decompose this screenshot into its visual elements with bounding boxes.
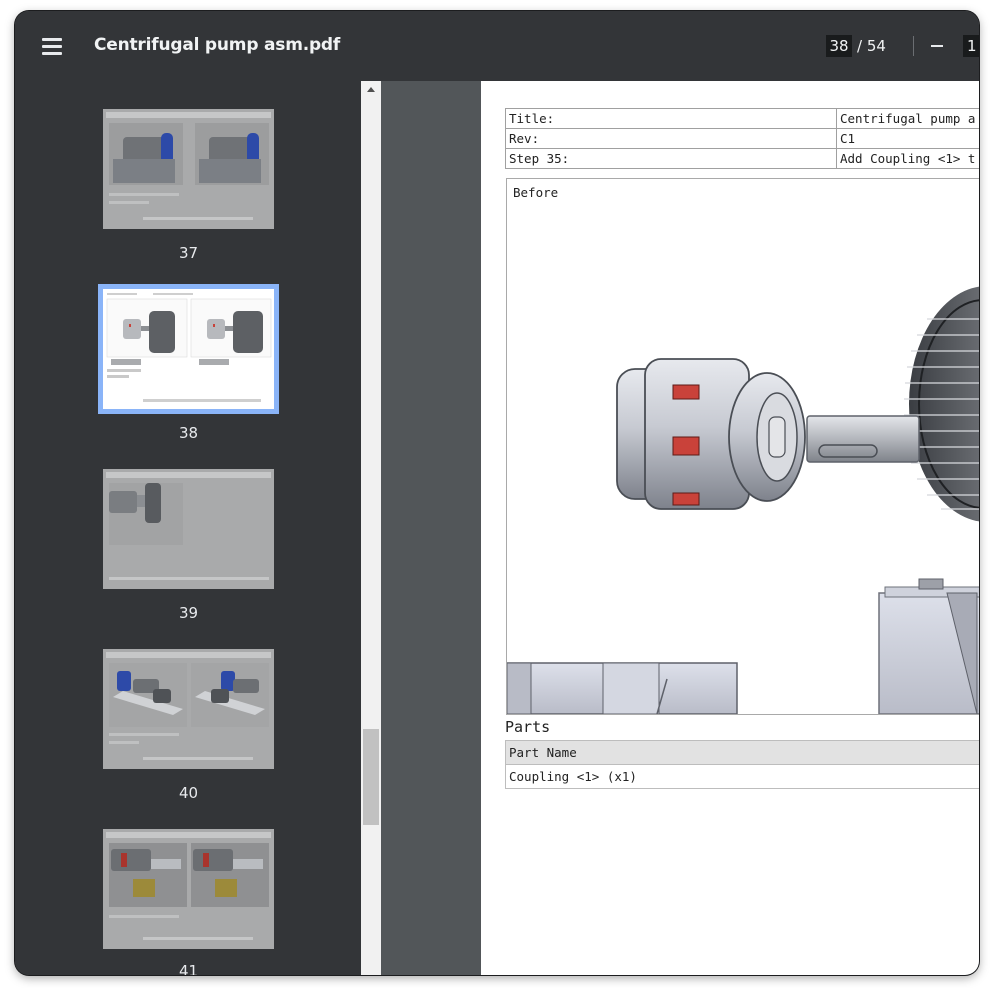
thumbnail-page-40[interactable] [103, 649, 274, 769]
page-37-preview [106, 112, 271, 220]
step-key: Step 35: [505, 148, 837, 169]
pump-base [507, 662, 738, 714]
thumbnail-label: 40 [178, 784, 199, 802]
table-row: Step 35: Add Coupling <1> t [505, 148, 979, 169]
thumbnail-label: 39 [178, 604, 199, 622]
sidebar-scrollbar[interactable] [361, 81, 381, 975]
thumbnail-sidebar: 37 38 39 40 41 [15, 81, 361, 975]
table-header-row: Part Name [505, 740, 979, 765]
motor-body [878, 286, 979, 714]
part-name-cell: Coupling <1> (x1) [505, 764, 979, 789]
page-38-preview [106, 293, 272, 402]
table-row: Rev: C1 [505, 128, 979, 149]
page-41-preview [106, 832, 271, 940]
thumbnail-label: 41 [178, 962, 199, 975]
step-info-table: Title: Centrifugal pump a Rev: C1 Step 3… [505, 108, 979, 169]
pdf-page: Title: Centrifugal pump a Rev: C1 Step 3… [481, 81, 979, 975]
zoom-out-button[interactable] [926, 35, 950, 57]
before-view-panel: Before [506, 178, 979, 715]
rev-key: Rev: [505, 128, 837, 149]
minus-icon [931, 45, 943, 47]
menu-icon[interactable] [37, 33, 65, 59]
thumbnail-page-38[interactable] [103, 289, 274, 409]
thumbnail-page-39[interactable] [103, 469, 274, 589]
thumbnail-label: 37 [178, 244, 199, 262]
thumbnail-page-41[interactable] [103, 829, 274, 949]
thumbnail-label: 38 [178, 424, 199, 442]
motor-shaft [806, 415, 920, 463]
parts-heading: Parts [505, 718, 551, 736]
thumbnail-page-37[interactable] [103, 109, 274, 229]
page-40-preview [106, 652, 271, 760]
title-value: Centrifugal pump a [836, 108, 979, 129]
parts-table: Part Name Coupling <1> (x1) [505, 740, 979, 789]
coupling-part [616, 358, 806, 510]
zoom-input[interactable]: 1 [963, 35, 979, 57]
title-key: Title: [505, 108, 837, 129]
rev-value: C1 [836, 128, 979, 149]
pdf-viewer-window: Centrifugal pump asm.pdf 38 / 54 1 37 38… [15, 11, 979, 975]
page-total: / 54 [857, 37, 886, 55]
toolbar-divider [913, 36, 914, 56]
page-number-input[interactable]: 38 [826, 35, 852, 57]
scrollbar-thumb[interactable] [363, 729, 379, 825]
table-row: Coupling <1> (x1) [505, 764, 979, 789]
coupling-assembly-illustration [507, 286, 979, 714]
step-value: Add Coupling <1> t [836, 148, 979, 169]
column-header-part-name: Part Name [505, 740, 979, 765]
scroll-up-arrow-icon[interactable] [367, 87, 375, 92]
toolbar: Centrifugal pump asm.pdf 38 / 54 1 [15, 11, 979, 81]
table-row: Title: Centrifugal pump a [505, 108, 979, 129]
page-39-preview [106, 472, 271, 580]
document-title: Centrifugal pump asm.pdf [94, 35, 341, 55]
